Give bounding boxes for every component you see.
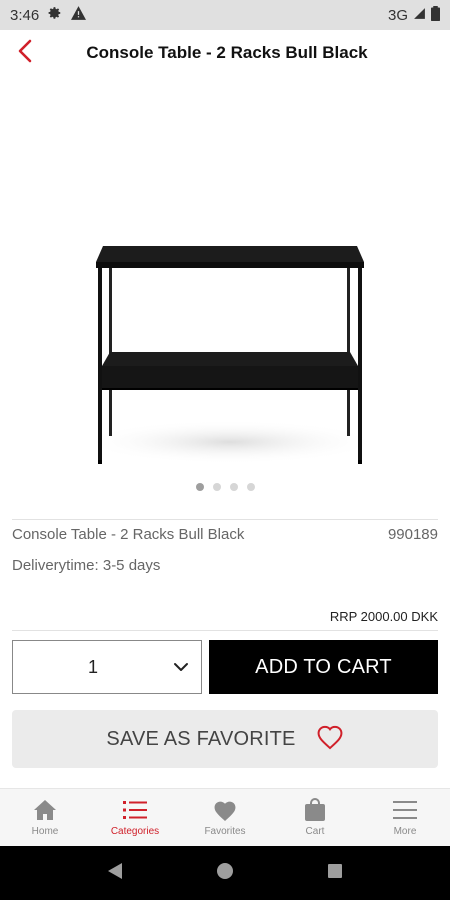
nav-item-more[interactable]: More xyxy=(360,789,450,846)
signal-icon xyxy=(413,7,426,24)
product-info-row: Console Table - 2 Racks Bull Black 99018… xyxy=(12,526,438,543)
warning-icon xyxy=(71,6,87,24)
nav-label-more: More xyxy=(393,826,417,837)
product-name: Console Table - 2 Racks Bull Black xyxy=(12,526,245,543)
system-nav-bar xyxy=(0,846,450,900)
square-recents-icon xyxy=(327,863,343,884)
heart-outline-icon xyxy=(316,724,344,755)
gallery-dot[interactable] xyxy=(229,483,238,491)
status-time: 3:46 xyxy=(10,6,40,24)
home-icon xyxy=(32,798,58,822)
circle-home-icon xyxy=(216,862,234,885)
nav-label-cart: Cart xyxy=(305,826,325,837)
system-back-button[interactable] xyxy=(100,858,130,888)
product-price: RRP 2000.00 DKK xyxy=(329,609,438,624)
nav-item-home[interactable]: Home xyxy=(0,789,90,846)
chevron-down-icon xyxy=(173,659,189,680)
save-favorite-label: SAVE AS FAVORITE xyxy=(106,727,296,750)
divider xyxy=(12,519,438,520)
status-left: 3:46 xyxy=(10,6,87,24)
product-sku: 990189 xyxy=(387,526,438,543)
gallery-dot[interactable] xyxy=(212,483,221,491)
nav-item-cart[interactable]: Cart xyxy=(270,789,360,846)
heart-icon xyxy=(212,798,238,822)
app-header: Console Table - 2 Racks Bull Black xyxy=(0,30,450,76)
back-button[interactable] xyxy=(10,38,40,68)
delivery-time: Deliverytime: 3-5 days xyxy=(12,557,161,574)
add-to-cart-button[interactable]: ADD TO CART xyxy=(209,640,438,694)
gallery-pagination xyxy=(0,483,450,491)
system-home-button[interactable] xyxy=(210,858,240,888)
status-right: 3G xyxy=(387,5,440,25)
nav-label-categories: Categories xyxy=(110,826,160,837)
nav-item-favorites[interactable]: Favorites xyxy=(180,789,270,846)
gallery-dot[interactable] xyxy=(246,483,255,491)
gallery-dot[interactable] xyxy=(195,483,204,491)
product-gallery[interactable] xyxy=(0,80,450,500)
save-favorite-button[interactable]: SAVE AS FAVORITE xyxy=(12,710,438,768)
status-bar: 3:46 3G xyxy=(0,0,450,30)
bag-icon xyxy=(302,798,328,822)
bottom-nav: Home Categories Favorites Cart More xyxy=(0,788,450,846)
list-icon xyxy=(122,798,148,822)
menu-icon xyxy=(392,798,418,822)
chevron-left-icon xyxy=(17,39,33,68)
network-type: 3G xyxy=(387,6,408,24)
nav-label-home: Home xyxy=(31,826,59,837)
battery-icon xyxy=(431,5,440,25)
quantity-select[interactable]: 1 xyxy=(12,640,202,694)
divider xyxy=(12,630,438,631)
console-table-image xyxy=(80,230,380,475)
system-recents-button[interactable] xyxy=(320,858,350,888)
nav-label-favorites: Favorites xyxy=(204,826,246,837)
nav-item-categories[interactable]: Categories xyxy=(90,789,180,846)
triangle-back-icon xyxy=(107,862,123,885)
gear-icon xyxy=(48,6,62,24)
quantity-value: 1 xyxy=(87,656,98,677)
page-title: Console Table - 2 Racks Bull Black xyxy=(86,43,368,62)
